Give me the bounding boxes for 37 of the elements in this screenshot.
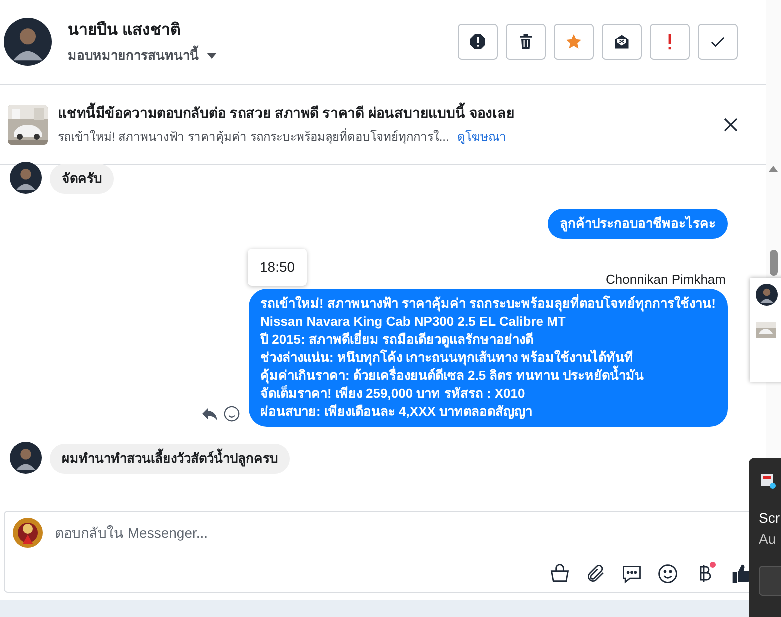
star-icon xyxy=(565,33,583,51)
smiley-icon[interactable] xyxy=(657,563,679,585)
ad-text: รถเข้าใหม่! สภาพนางฟ้า ราคาคุ้มค่า รถกระบะพร้อมลุยที่ตอบโจทย์ทุกการใ... xyxy=(58,128,450,146)
message-bubble: จัดครับ xyxy=(50,164,114,194)
scrollbar-thumb[interactable] xyxy=(770,250,778,276)
close-icon[interactable] xyxy=(724,118,738,132)
delete-button[interactable] xyxy=(506,24,546,60)
smiley-icon[interactable] xyxy=(222,405,240,423)
reply-field[interactable]: ตอบกลับใน Messenger... xyxy=(55,522,753,544)
contact-name: นายปืน แสงชาติ xyxy=(68,20,182,41)
speech-bubble-icon[interactable] xyxy=(621,563,643,585)
message-bubble: ผมทำนาทำสวนเลี้ยงวัวสัตว์น้ำปลูกครบ xyxy=(50,444,290,474)
alert-icon xyxy=(469,33,487,51)
app-icon xyxy=(759,472,777,490)
message-bubble: รถเข้าใหม่! สภาพนางฟ้า ราคาคุ้มค่า รถกระบะพร้อมลุยที่ตอบโจทย์ทุกการใช้งาน! Nissan Navara King Cab NP300 2.5 EL Calibre MT ปี 2015: สภาพดีเยี่ยม รถมือเดียวดูแลรักษาอย่างดี ช่วงล่างแน่น: หนึบทุกโค้ง เกาะถนนทุกเส้นทาง พร้อมใช้งานได้ทันที คุ้มค่าเกินราคา: ด้วยเครื่องยนต์ดีเซล 2.5 ลิตร ทนทาน ประหยัดน้ำมัน จัดเต็มราคา! เพียง 259,000 บาท รหัสรถ : X010 ผ่อนสบาย: เพียงเดือนละ 4,XXX บาทตลอดสัญญา xyxy=(248,289,728,427)
ad-title: แชทนี้มีข้อความตอบกลับต่อ รถสวย สภาพดี ราคาดี ผ่อนสบายแบบนี้ จองเลย xyxy=(58,103,514,124)
profile-avatar xyxy=(4,18,52,66)
exclamation-icon xyxy=(668,34,672,50)
spam-button[interactable] xyxy=(458,24,498,60)
page-logo-icon xyxy=(13,518,43,548)
sender-name: Chonnikan Pimkham xyxy=(606,270,726,288)
avatar xyxy=(10,162,42,194)
assign-dropdown[interactable]: มอบหมายการสนทนานี้ xyxy=(68,46,217,66)
shopping-bag-icon[interactable] xyxy=(549,563,571,585)
star-button[interactable] xyxy=(554,24,594,60)
message-bubble: ลูกค้าประกอบอาชีพอะไรคะ xyxy=(548,209,728,239)
timestamp-tooltip: 18:50 xyxy=(248,249,308,286)
envelope-icon xyxy=(613,33,631,51)
avatar xyxy=(10,442,42,474)
view-ad-link[interactable]: ดูโฆษณา xyxy=(457,128,506,146)
avatar xyxy=(756,284,778,306)
scroll-up-icon[interactable] xyxy=(769,166,778,172)
trash-icon xyxy=(517,33,535,51)
unread-button[interactable] xyxy=(602,24,642,60)
toast-title: Scr xyxy=(759,509,781,528)
caret-icon xyxy=(207,52,217,58)
toast-text: Au xyxy=(759,530,778,549)
